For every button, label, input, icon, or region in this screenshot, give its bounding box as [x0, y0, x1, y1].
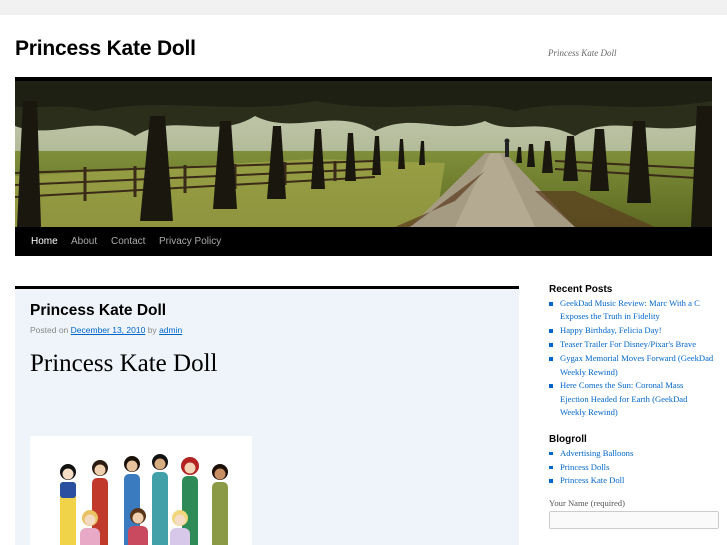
post-title[interactable]: Princess Kate Doll: [30, 302, 166, 320]
recent-post-link[interactable]: Happy Birthday, Felicia Day!: [560, 325, 662, 335]
recent-post-link[interactable]: Here Comes the Sun: Coronal Mass Ejectio…: [560, 380, 687, 417]
princess-dolls-image: [30, 436, 252, 545]
post-article: Princess Kate Doll Posted on December 13…: [15, 286, 519, 545]
recent-post-item[interactable]: Teaser Trailer For Disney/Pixar's Brave: [549, 338, 714, 351]
nav-item-privacy-policy[interactable]: Privacy Policy: [159, 227, 221, 256]
blogroll-link[interactable]: Princess Kate Doll: [560, 475, 624, 485]
post-meta: Posted on December 13, 2010 by admin: [30, 325, 182, 335]
blogroll-item[interactable]: Princess Dolls: [549, 461, 714, 474]
blogroll-item[interactable]: Princess Kate Doll: [549, 474, 714, 487]
recent-post-item[interactable]: Here Comes the Sun: Coronal Mass Ejectio…: [549, 379, 714, 419]
bullet-icon: [549, 302, 553, 306]
nav-item-about[interactable]: About: [71, 227, 97, 256]
bullet-icon: [549, 479, 553, 483]
post-meta-prefix: Posted on: [30, 325, 69, 335]
tree-lined-path-illustration: [15, 81, 712, 227]
name-field[interactable]: [549, 510, 719, 529]
nav-item-contact[interactable]: Contact: [111, 227, 145, 256]
recent-post-link[interactable]: Teaser Trailer For Disney/Pixar's Brave: [560, 339, 696, 349]
blogroll-list: Advertising Balloons Princess Dolls Prin…: [549, 447, 714, 488]
main-nav: Home About Contact Privacy Policy: [15, 227, 712, 256]
bullet-icon: [549, 451, 553, 456]
post-author-link[interactable]: admin: [159, 325, 182, 335]
blogroll-link[interactable]: Advertising Balloons: [560, 448, 633, 458]
recent-post-item[interactable]: Gygax Memorial Moves Forward (GeekDad We…: [549, 352, 714, 379]
recent-post-link[interactable]: GeekDad Music Review: Marc With a C Expo…: [560, 298, 700, 321]
recent-posts-title: Recent Posts: [549, 284, 613, 295]
bullet-icon: [549, 465, 553, 470]
blogroll-link[interactable]: Princess Dolls: [560, 462, 609, 472]
nav-item-home[interactable]: Home: [31, 227, 58, 256]
recent-post-link[interactable]: Gygax Memorial Moves Forward (GeekDad We…: [560, 353, 713, 376]
page: Princess Kate Doll Princess Kate Doll Ho…: [0, 15, 727, 545]
recent-post-item[interactable]: Happy Birthday, Felicia Day!: [549, 324, 714, 337]
blogroll-item[interactable]: Advertising Balloons: [549, 447, 714, 460]
post-meta-by: by: [147, 325, 157, 335]
name-field-label: Your Name (required): [549, 497, 625, 508]
recent-posts-list: GeekDad Music Review: Marc With a C Expo…: [549, 297, 714, 420]
site-title[interactable]: Princess Kate Doll: [15, 37, 196, 61]
bullet-icon: [549, 343, 553, 347]
recent-post-item[interactable]: GeekDad Music Review: Marc With a C Expo…: [549, 297, 714, 324]
blogroll-title: Blogroll: [549, 433, 587, 445]
header-banner-image: [15, 81, 712, 227]
post-date-link[interactable]: December 13, 2010: [71, 325, 146, 335]
bullet-icon: [549, 357, 553, 361]
post-content-heading: Princess Kate Doll: [30, 350, 218, 377]
dolls-illustration: [30, 436, 252, 545]
sidebar: Recent Posts GeekDad Music Review: Marc …: [549, 284, 719, 529]
bullet-icon: [549, 329, 553, 333]
site-description: Princess Kate Doll: [548, 48, 617, 58]
bullet-icon: [549, 384, 553, 388]
